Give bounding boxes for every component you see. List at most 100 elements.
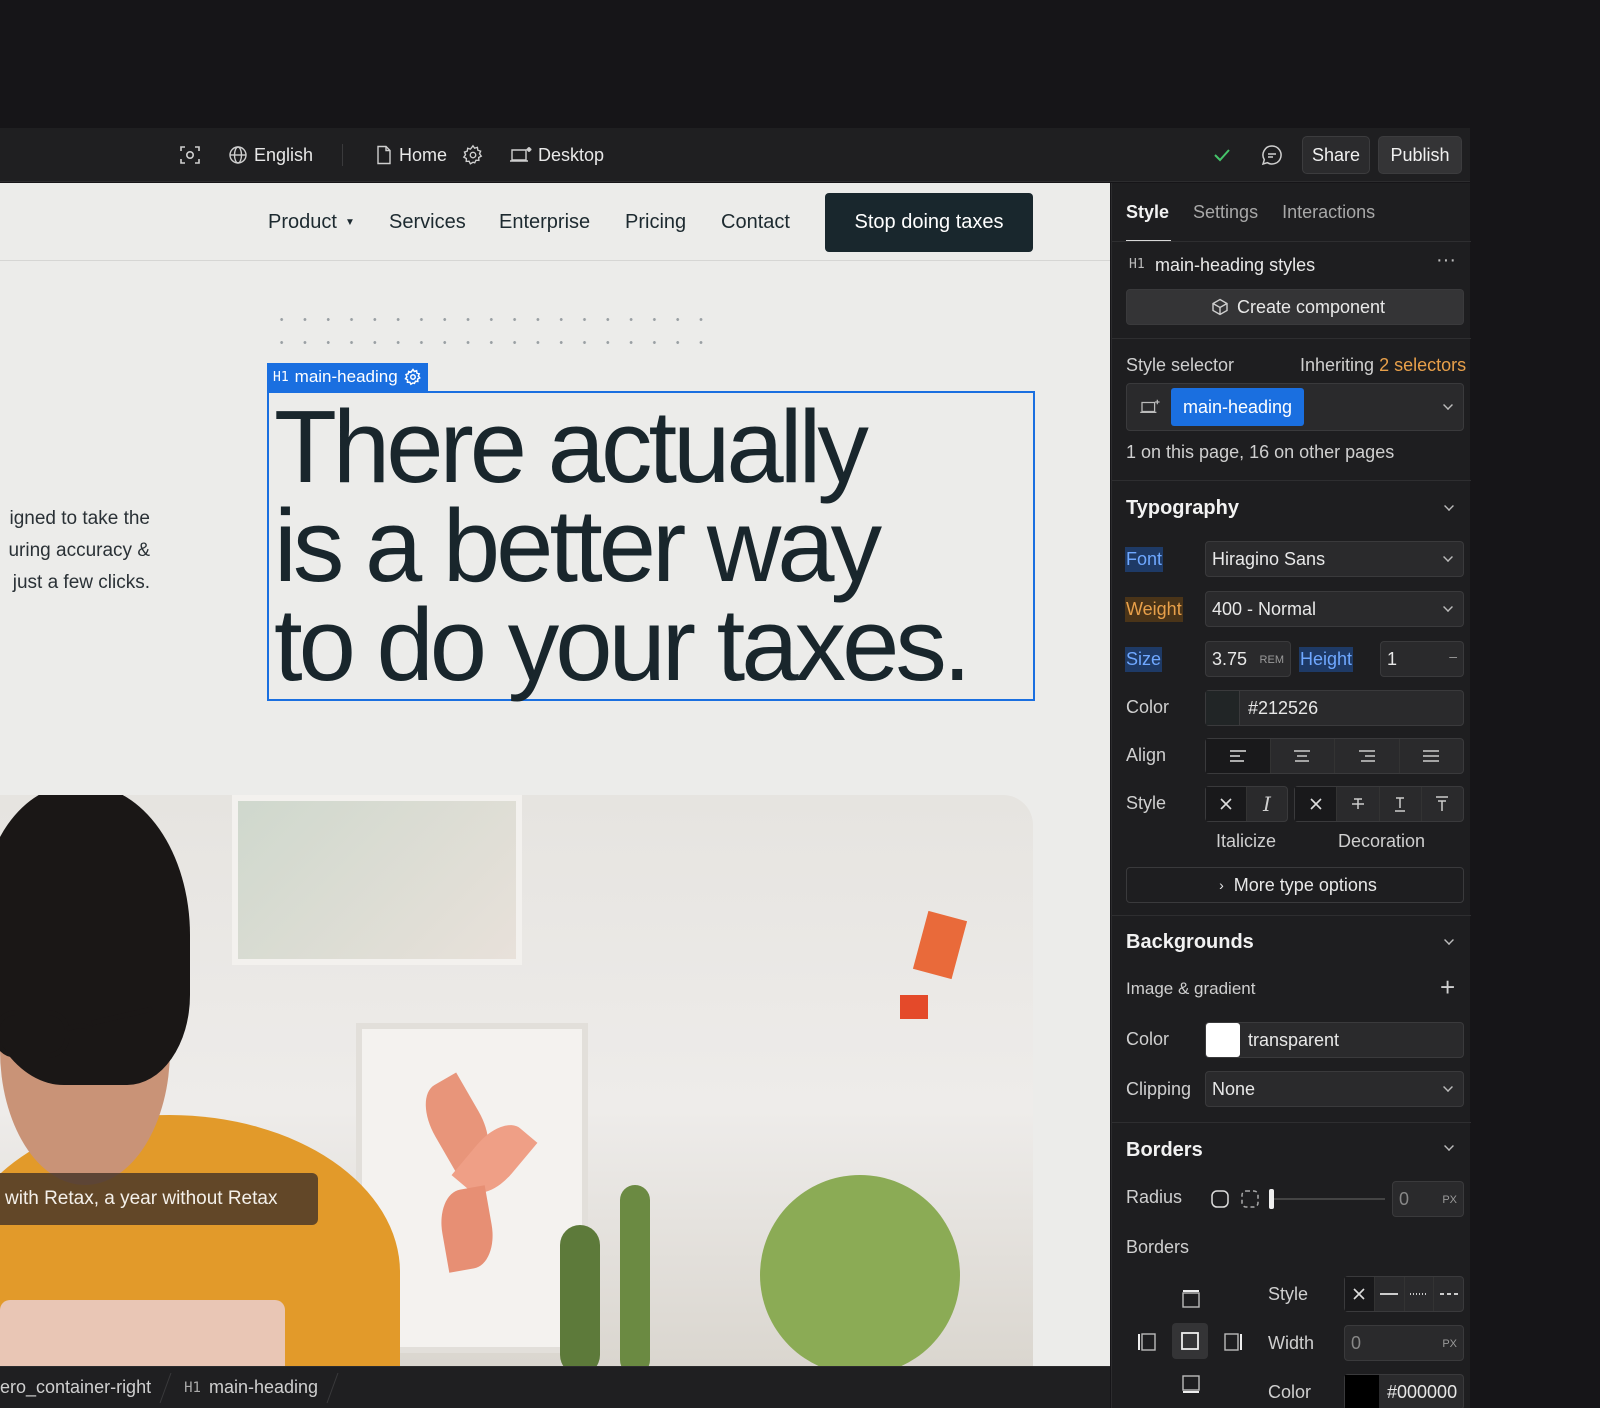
border-width-unit[interactable]: PX	[1442, 1338, 1457, 1350]
breakpoint-selector[interactable]: Desktop	[510, 128, 604, 182]
radius-all-icon[interactable]	[1210, 1189, 1230, 1214]
paragraph-line: just a few clicks.	[12, 572, 150, 593]
collapse-chevron-icon[interactable]	[1444, 935, 1454, 945]
main-heading[interactable]: There actually is a better way to do you…	[274, 395, 1034, 696]
collapse-chevron-icon[interactable]	[1444, 1141, 1454, 1151]
align-control	[1205, 738, 1464, 774]
underline-icon[interactable]	[1380, 787, 1422, 821]
chevron-down-icon	[1443, 1082, 1453, 1092]
no-italic-x-icon[interactable]	[1206, 787, 1247, 821]
border-solid-icon[interactable]	[1375, 1277, 1405, 1311]
paragraph-line: igned to take the	[9, 508, 151, 529]
no-decoration-x-icon[interactable]	[1295, 787, 1338, 821]
weight-select[interactable]: 400 - Normal	[1205, 591, 1464, 627]
check-icon	[1212, 128, 1232, 182]
breakpoint-label: Desktop	[538, 144, 605, 165]
borders-subtitle: Borders	[1126, 1237, 1190, 1257]
language-selector[interactable]: English	[228, 128, 313, 182]
height-unit[interactable]: –	[1449, 648, 1457, 664]
breadcrumb-type: H1	[184, 1379, 201, 1396]
strikethrough-icon[interactable]	[1337, 787, 1380, 821]
comment-icon[interactable]	[1260, 128, 1284, 182]
language-label: English	[254, 144, 314, 165]
desktop-icon	[510, 147, 532, 162]
backgrounds-title: Backgrounds	[1126, 931, 1254, 953]
chevron-down-icon	[1443, 602, 1453, 612]
share-button[interactable]: Share	[1302, 136, 1370, 174]
border-width-input[interactable]: 0 PX	[1344, 1325, 1464, 1361]
nav-pricing[interactable]: Pricing	[625, 183, 686, 261]
height-input[interactable]: 1 –	[1380, 641, 1464, 677]
color-swatch[interactable]	[1206, 1023, 1240, 1057]
tab-style[interactable]: Style	[1126, 202, 1172, 242]
font-select[interactable]: Hiragino Sans	[1205, 541, 1464, 577]
site-navbar: Product ▼ Services Enterprise Pricing Co…	[0, 183, 1110, 261]
breadcrumb: ero_container-right H1 main-heading	[0, 1366, 1110, 1408]
preview-icon[interactable]	[178, 128, 202, 182]
border-width-value: 0	[1351, 1332, 1362, 1353]
add-plus-icon[interactable]: +	[1440, 972, 1455, 1003]
align-justify-icon[interactable]	[1400, 739, 1464, 773]
tab-settings[interactable]: Settings	[1193, 202, 1258, 223]
breadcrumb-item[interactable]: H1 main-heading	[184, 1377, 332, 1398]
breakpoint-indicator-icon	[1131, 388, 1171, 426]
selection-tag-name: main-heading	[294, 367, 398, 386]
image-gradient-label: Image & gradient	[1126, 979, 1256, 998]
radius-input[interactable]: 0 PX	[1392, 1181, 1464, 1217]
border-bottom-icon[interactable]	[1180, 1373, 1202, 1400]
border-style-label: Style	[1268, 1284, 1309, 1304]
color-field[interactable]: #212526	[1205, 690, 1464, 726]
selection-tag[interactable]: H1 main-heading	[267, 363, 428, 391]
clipping-select[interactable]: None	[1205, 1071, 1464, 1107]
hero-photo[interactable]: with Retax, a year without Retax	[0, 795, 1033, 1366]
nav-contact[interactable]: Contact	[721, 183, 790, 261]
size-unit[interactable]: REM	[1260, 654, 1284, 666]
radius-unit[interactable]: PX	[1442, 1194, 1457, 1206]
panel-tabs: Style Settings Interactions	[1126, 183, 1375, 242]
nav-enterprise[interactable]: Enterprise	[499, 183, 590, 261]
more-type-options-button[interactable]: › More type options	[1126, 867, 1464, 903]
radius-individual-icon[interactable]	[1240, 1189, 1260, 1214]
publish-button[interactable]: Publish	[1378, 136, 1462, 174]
align-center-icon[interactable]	[1271, 739, 1335, 773]
size-input[interactable]: 3.75 REM	[1205, 641, 1291, 677]
nav-product[interactable]: Product ▼	[268, 183, 355, 261]
color-swatch[interactable]	[1206, 691, 1240, 725]
radius-slider-handle[interactable]	[1269, 1189, 1274, 1209]
collapse-chevron-icon[interactable]	[1444, 501, 1454, 511]
style-selector-field[interactable]: main-heading	[1126, 383, 1464, 431]
design-canvas[interactable]: Product ▼ Services Enterprise Pricing Co…	[0, 183, 1110, 1366]
border-color-label: Color	[1268, 1382, 1312, 1402]
border-color-field[interactable]: #000000	[1344, 1374, 1464, 1408]
border-dotted-icon[interactable]	[1405, 1277, 1435, 1311]
create-component-button[interactable]: Create component	[1126, 289, 1464, 325]
gear-icon[interactable]	[404, 368, 422, 386]
italic-icon[interactable]: I	[1247, 787, 1287, 821]
radius-slider[interactable]	[1270, 1198, 1385, 1200]
border-right-icon[interactable]	[1222, 1331, 1244, 1358]
border-dashed-icon[interactable]	[1434, 1277, 1463, 1311]
no-border-x-icon[interactable]	[1345, 1277, 1375, 1311]
more-options-icon[interactable]: ···	[1436, 249, 1456, 272]
color-swatch[interactable]	[1345, 1375, 1379, 1408]
breadcrumb-item[interactable]: ero_container-right	[0, 1377, 165, 1398]
caret-down-icon: ▼	[344, 216, 355, 228]
page-settings-gear-icon[interactable]	[462, 128, 484, 182]
tab-interactions[interactable]: Interactions	[1282, 202, 1375, 223]
nav-services[interactable]: Services	[389, 183, 466, 261]
align-right-icon[interactable]	[1335, 739, 1400, 773]
align-left-icon[interactable]	[1206, 739, 1271, 773]
radius-label: Radius	[1126, 1187, 1183, 1207]
bg-color-field[interactable]: transparent	[1205, 1022, 1464, 1058]
selector-chip[interactable]: main-heading	[1171, 388, 1305, 426]
color-value: #212526	[1248, 697, 1319, 718]
border-style-control	[1344, 1276, 1464, 1312]
inheriting-count[interactable]: 2 selectors	[1379, 355, 1466, 375]
page-selector[interactable]: Home	[375, 128, 447, 182]
border-left-icon[interactable]	[1136, 1331, 1158, 1358]
overline-icon[interactable]	[1422, 787, 1463, 821]
border-top-icon[interactable]	[1180, 1288, 1202, 1315]
cta-button[interactable]: Stop doing taxes	[825, 193, 1033, 252]
border-all-icon[interactable]	[1172, 1323, 1208, 1359]
photo-caption: with Retax, a year without Retax	[0, 1173, 318, 1225]
